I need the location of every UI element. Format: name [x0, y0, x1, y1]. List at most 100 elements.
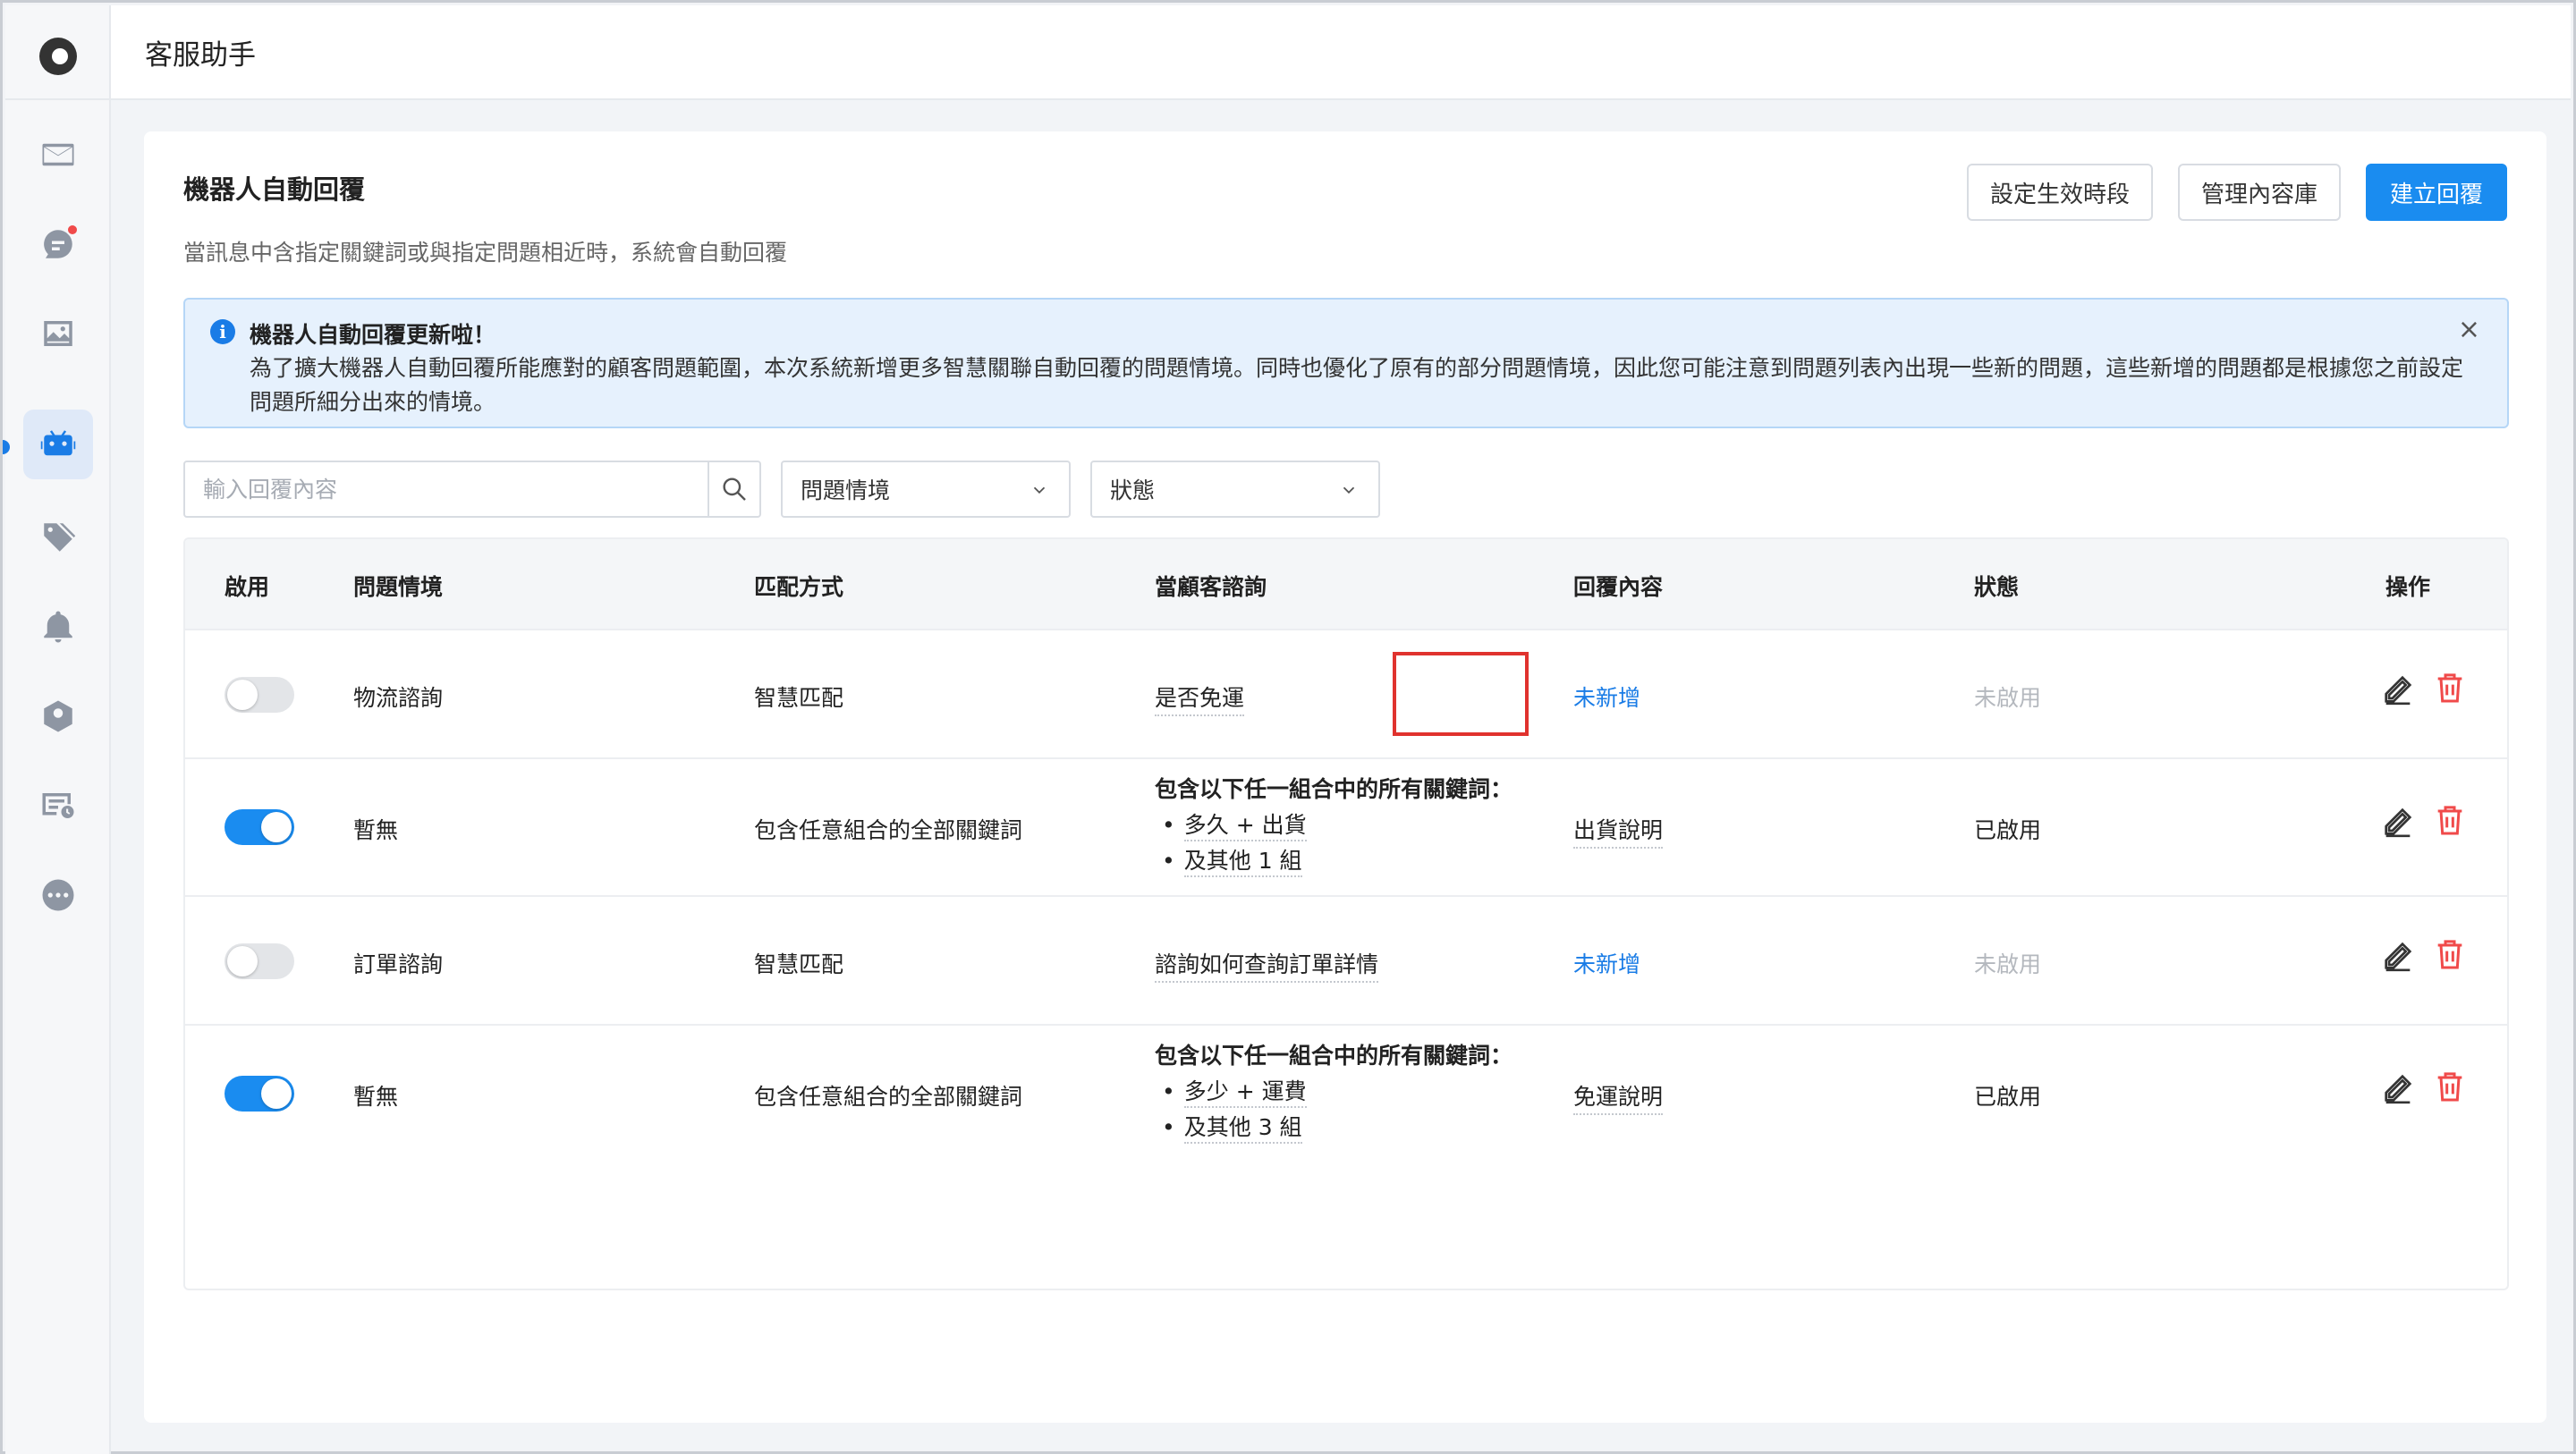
unread-badge [66, 224, 79, 236]
enable-toggle[interactable] [225, 809, 294, 845]
delete-icon[interactable] [2432, 1069, 2468, 1104]
page-title: 機器人自動回覆 [183, 174, 366, 205]
search-input[interactable] [185, 462, 709, 516]
sidebar [3, 5, 111, 1454]
keyword-text: 多久 + 出貨 [1183, 812, 1307, 841]
mail-icon [42, 143, 74, 166]
sidebar-item-notifications[interactable] [23, 592, 93, 662]
search-icon [723, 478, 746, 501]
sidebar-item-more[interactable] [23, 860, 93, 930]
scenario-cell: 物流諮詢 [353, 685, 444, 711]
image-icon [44, 321, 72, 346]
close-icon[interactable]: × [2458, 314, 2480, 345]
notice-title: 機器人自動回覆更新啦！ [250, 322, 496, 348]
match-cell: 智慧匹配 [754, 685, 844, 711]
header-match: 匹配方式 [754, 574, 844, 600]
query-cell: 是否免運 [1155, 681, 1245, 716]
notice-body: 為了擴大機器人自動回覆所能應對的顧客問題範圍，本次系統新增更多智慧關聯自動回覆的… [250, 355, 2464, 415]
enable-toggle[interactable] [225, 943, 294, 979]
status-filter-label: 狀態 [1110, 478, 1156, 503]
status-cell: 已啟用 [1974, 817, 2042, 843]
more-icon [42, 879, 74, 911]
table-row: 物流諮詢 智慧匹配 是否免運 未新增 未啟用 [185, 629, 2507, 757]
table-row: 暫無 包含任意組合的全部關鍵詞 包含以下任一組合中的所有關鍵詞： 多少 + 運費… [185, 1024, 2507, 1162]
edit-icon[interactable] [2380, 672, 2416, 707]
reply-link[interactable]: 未新增 [1573, 947, 1640, 979]
query-keywords: 包含以下任一組合中的所有關鍵詞： 多久 + 出貨 及其他 1 組 [1155, 772, 1513, 879]
annotation-highlight-box [1393, 652, 1529, 736]
bell-icon [44, 611, 72, 643]
delete-icon[interactable] [2432, 936, 2468, 972]
keyword-item: 及其他 1 組 [1155, 843, 1513, 879]
keyword-text: 及其他 1 組 [1183, 848, 1302, 877]
edit-icon[interactable] [2380, 804, 2416, 840]
scenario-filter-select[interactable]: 問題情境 [781, 461, 1071, 518]
sidebar-item-bot[interactable] [23, 410, 93, 479]
scenario-cell: 暫無 [353, 817, 399, 843]
active-indicator [3, 440, 10, 454]
header-scenario: 問題情境 [353, 574, 444, 600]
main-card: 機器人自動回覆 當訊息中含指定關鍵詞或與指定問題相近時，系統會自動回覆 設定生效… [144, 131, 2546, 1423]
update-notice: i 機器人自動回覆更新啦！ 為了擴大機器人自動回覆所能應對的顧客問題範圍，本次系… [183, 298, 2509, 428]
search-button[interactable] [708, 462, 759, 516]
query-cell: 諮詢如何查詢訂單詳情 [1155, 947, 1379, 983]
keyword-text: 及其他 3 組 [1183, 1114, 1302, 1144]
delete-icon[interactable] [2432, 802, 2468, 838]
table-header: 啟用 問題情境 匹配方式 當顧客諮詢 回覆內容 狀態 操作 [185, 539, 2507, 629]
chevron-down-icon [1033, 486, 1046, 495]
delete-icon[interactable] [2432, 670, 2468, 706]
edit-icon[interactable] [2380, 1070, 2416, 1106]
header-reply: 回覆內容 [1573, 574, 1664, 600]
app-window: 客服助手 機器人自動回覆 當訊息中含指定關鍵詞或與指定問題相近時，系統會自動回覆… [0, 0, 2576, 1454]
header-actions: 操作 [2385, 574, 2431, 600]
sidebar-item-tickets[interactable] [23, 771, 93, 841]
scenario-filter-label: 問題情境 [801, 478, 891, 503]
auto-reply-table: 啟用 問題情境 匹配方式 當顧客諮詢 回覆內容 狀態 操作 物流諮詢 智慧匹配 … [183, 537, 2509, 1290]
keywords-title: 包含以下任一組合中的所有關鍵詞： [1155, 1043, 1513, 1069]
reply-cell[interactable]: 出貨說明 [1573, 813, 1664, 849]
ticket-icon [42, 793, 74, 818]
match-cell: 包含任意組合的全部關鍵詞 [754, 817, 1023, 843]
chevron-down-icon [1343, 486, 1355, 495]
tag-icon [44, 523, 76, 552]
info-icon: i [210, 319, 235, 344]
app-logo [39, 38, 77, 75]
match-cell: 智慧匹配 [754, 951, 844, 977]
match-cell: 包含任意組合的全部關鍵詞 [754, 1084, 1023, 1110]
sidebar-divider [5, 98, 111, 100]
top-bar: 客服助手 [111, 5, 2571, 100]
robot-icon [40, 430, 76, 456]
create-reply-button[interactable]: 建立回覆 [2366, 164, 2507, 221]
search-field [183, 461, 761, 518]
keywords-title: 包含以下任一組合中的所有關鍵詞： [1155, 776, 1513, 802]
sidebar-item-media[interactable] [23, 299, 93, 368]
query-keywords: 包含以下任一組合中的所有關鍵詞： 多少 + 運費 及其他 3 組 [1155, 1038, 1513, 1145]
keyword-text: 多少 + 運費 [1183, 1078, 1307, 1108]
header-status: 狀態 [1974, 574, 2020, 600]
keyword-item: 及其他 3 組 [1155, 1110, 1513, 1145]
sidebar-item-agents[interactable] [23, 681, 93, 751]
keyword-item: 多久 + 出貨 [1155, 807, 1513, 843]
set-schedule-button[interactable]: 設定生效時段 [1967, 164, 2153, 221]
sidebar-item-inbox[interactable] [23, 120, 93, 190]
header-enabled: 啟用 [225, 574, 270, 600]
page-subtitle: 當訊息中含指定關鍵詞或與指定問題相近時，系統會自動回覆 [183, 240, 788, 266]
status-cell: 未啟用 [1974, 685, 2042, 711]
sidebar-item-chat[interactable] [23, 209, 93, 279]
status-filter-select[interactable]: 狀態 [1090, 461, 1380, 518]
table-row: 暫無 包含任意組合的全部關鍵詞 包含以下任一組合中的所有關鍵詞： 多久 + 出貨… [185, 757, 2507, 895]
agent-icon [44, 700, 72, 732]
reply-cell[interactable]: 免運說明 [1573, 1079, 1664, 1115]
edit-icon[interactable] [2380, 938, 2416, 974]
status-cell: 未啟用 [1974, 951, 2042, 977]
table-row: 訂單諮詢 智慧匹配 諮詢如何查詢訂單詳情 未新增 未啟用 [185, 895, 2507, 1024]
enable-toggle[interactable] [225, 1076, 294, 1112]
manage-library-button[interactable]: 管理內容庫 [2178, 164, 2341, 221]
header-query: 當顧客諮詢 [1155, 574, 1267, 600]
enable-toggle[interactable] [225, 677, 294, 713]
sidebar-item-tags[interactable] [23, 503, 93, 572]
app-title: 客服助手 [145, 39, 256, 72]
keyword-item: 多少 + 運費 [1155, 1074, 1513, 1110]
scenario-cell: 暫無 [353, 1084, 399, 1110]
reply-link[interactable]: 未新增 [1573, 681, 1640, 713]
